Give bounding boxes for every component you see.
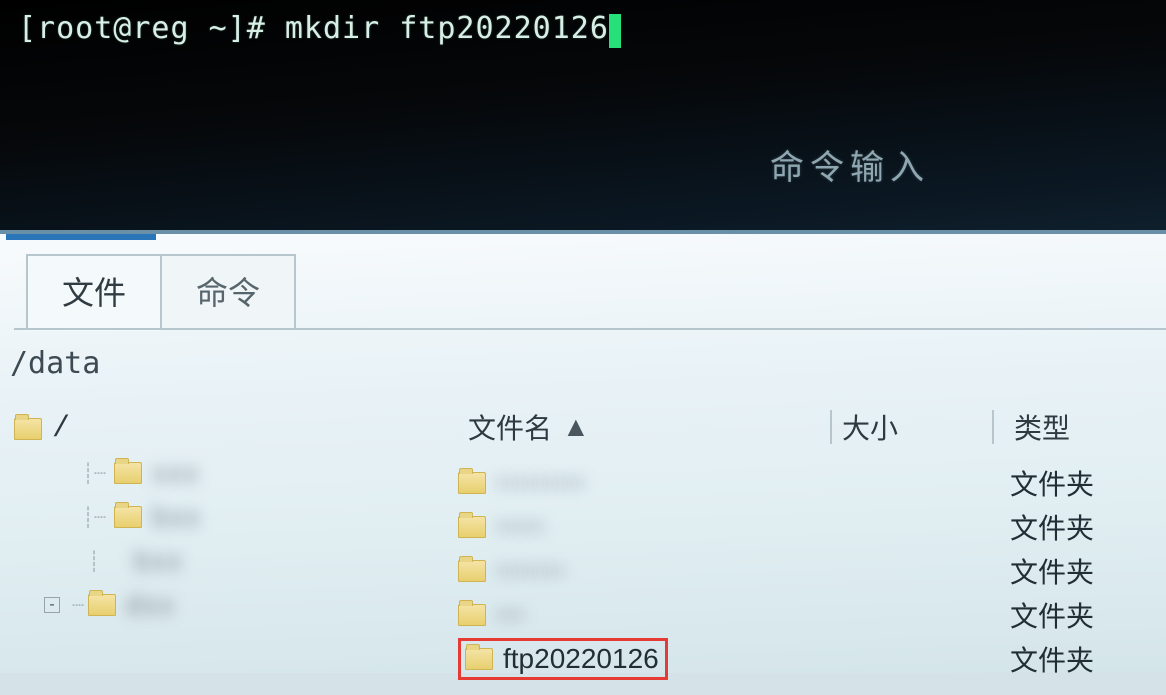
file-name: xxxxx <box>496 518 546 536</box>
folder-icon <box>114 462 142 484</box>
tree-item[interactable]: - ┈ dxx <box>14 583 440 627</box>
folder-icon <box>458 560 486 582</box>
tree-expander-icon[interactable]: - <box>44 597 60 613</box>
folder-icon <box>88 594 116 616</box>
list-item-highlighted[interactable]: ftp20220126 文件夹 <box>440 637 1166 681</box>
tree-item-label: dxx <box>126 589 176 621</box>
file-rows: xxxxxxxxx 文件夹 xxxxx 文件夹 xxxx <box>440 457 1166 681</box>
file-name: xxxxxxxxx <box>496 474 586 492</box>
tab-command[interactable]: 命令 <box>160 254 296 328</box>
path-bar[interactable]: /data <box>0 328 1166 395</box>
file-type: 文件夹 <box>990 507 1094 547</box>
tree-item[interactable]: ┊┈ bxx <box>14 495 440 539</box>
list-item[interactable]: xxxxxxx 文件夹 <box>440 549 1166 593</box>
folder-icon <box>458 516 486 538</box>
header-name[interactable]: 文件名 ▲ <box>440 407 830 447</box>
highlight-box: ftp20220126 <box>458 638 668 680</box>
terminal-line: [root@reg ~]# mkdir ftp20220126 <box>18 11 609 46</box>
tree-item[interactable]: ┊┈ xxx <box>14 451 440 495</box>
folder-icon <box>458 604 486 626</box>
header-type-label: 类型 <box>1014 407 1070 447</box>
file-name: xxx <box>496 606 526 624</box>
tab-underline <box>14 328 1166 330</box>
tree-item-label: xxx <box>152 457 200 489</box>
tab-bar: 文件 命令 <box>0 234 1166 328</box>
terminal-cursor <box>609 14 621 48</box>
header-type[interactable]: 类型 <box>994 407 1070 447</box>
file-type: 文件夹 <box>990 639 1094 679</box>
file-list[interactable]: 文件名 ▲ 大小 类型 xxxxxxxxx <box>440 395 1166 695</box>
folder-icon <box>465 648 493 670</box>
column-headers: 文件名 ▲ 大小 类型 <box>440 395 1166 457</box>
tree-root[interactable]: / <box>14 407 440 451</box>
window-accent <box>6 234 156 240</box>
list-item[interactable]: xxxxxxxxx 文件夹 <box>440 461 1166 505</box>
list-item[interactable]: xxxxx 文件夹 <box>440 505 1166 549</box>
file-name: xxxxxxx <box>496 562 566 580</box>
file-type: 文件夹 <box>990 463 1094 503</box>
file-name: ftp20220126 <box>503 643 659 675</box>
sort-asc-icon: ▲ <box>562 411 590 443</box>
tree-item-label: bxx <box>152 501 202 533</box>
terminal-hint: 命令输入 <box>770 140 930 189</box>
header-size-label: 大小 <box>842 407 898 447</box>
file-type: 文件夹 <box>990 595 1094 635</box>
folder-tree[interactable]: / ┊┈ xxx ┊┈ bxx ┊ bxx - ┈ d <box>0 395 440 695</box>
list-item[interactable]: xxx 文件夹 <box>440 593 1166 637</box>
folder-icon <box>458 472 486 494</box>
header-size[interactable]: 大小 <box>832 407 992 447</box>
tree-item[interactable]: ┊ bxx <box>14 539 440 583</box>
folder-icon <box>114 506 142 528</box>
tree-root-label: / <box>52 412 70 446</box>
terminal-panel[interactable]: [root@reg ~]# mkdir ftp20220126 命令输入 <box>0 0 1166 230</box>
header-name-label: 文件名 <box>468 407 552 447</box>
folder-icon <box>14 418 42 440</box>
tree-item-label: bxx <box>134 545 184 577</box>
file-type: 文件夹 <box>990 551 1094 591</box>
tab-file[interactable]: 文件 <box>26 254 162 328</box>
file-manager-panel: 文件 命令 /data / ┊┈ xxx ┊┈ bxx ┊ bx <box>0 230 1166 673</box>
